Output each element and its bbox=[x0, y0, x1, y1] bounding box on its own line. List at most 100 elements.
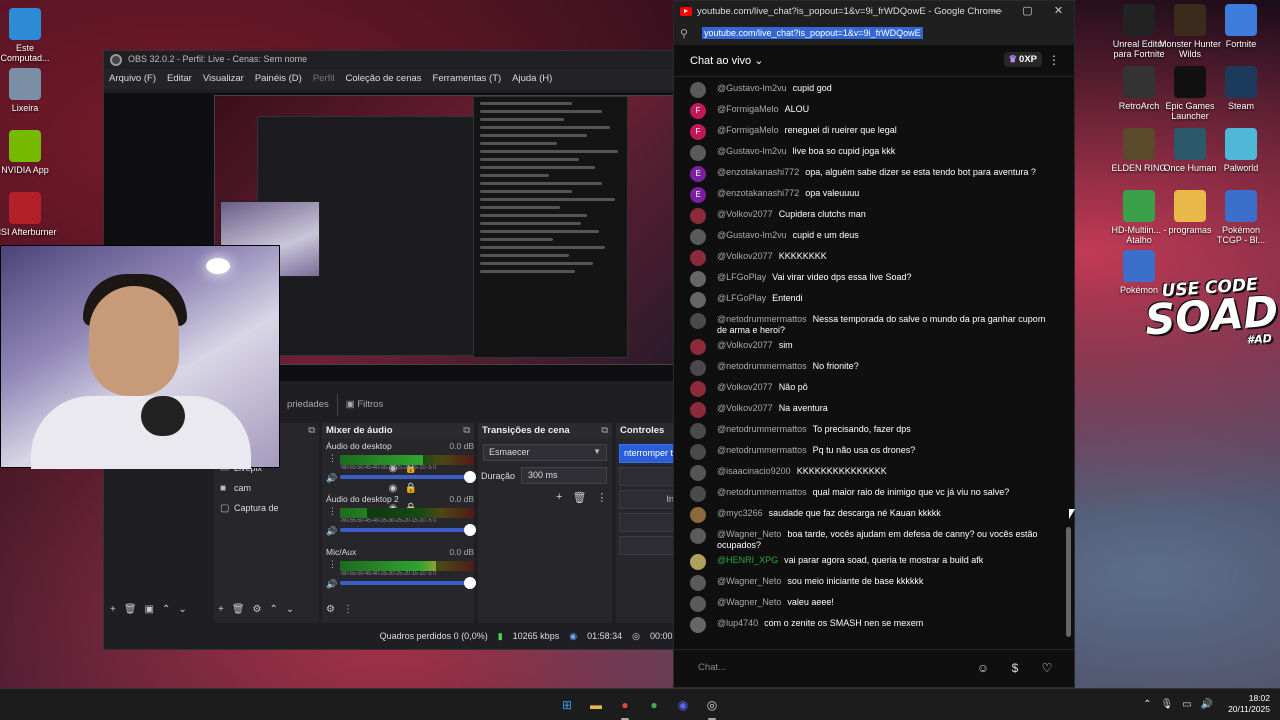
visibility-eye-icon[interactable]: ◉ bbox=[384, 483, 402, 494]
move-up-icon[interactable]: ⌃ bbox=[270, 604, 278, 622]
chat-author[interactable]: @LFGoPlay bbox=[717, 272, 766, 282]
microphone-icon[interactable]: 🎙 bbox=[1160, 699, 1173, 710]
speaker-icon[interactable]: 🔊 bbox=[326, 473, 337, 484]
scrollbar-thumb[interactable] bbox=[1066, 527, 1071, 637]
chat-message[interactable]: @LFGoPlay Entendi bbox=[674, 289, 1064, 310]
maximize-icon[interactable]: ▢ bbox=[1012, 1, 1043, 21]
advanced-audio-icon[interactable]: ⚙ bbox=[326, 604, 335, 622]
avatar[interactable] bbox=[690, 507, 706, 523]
windows-start-icon[interactable]: ⊞ bbox=[556, 694, 578, 716]
chat-author[interactable]: @Volkov2077 bbox=[717, 251, 773, 261]
move-down-icon[interactable]: ⌄ bbox=[178, 604, 186, 622]
move-down-icon[interactable]: ⌄ bbox=[286, 604, 294, 622]
volume-slider[interactable] bbox=[340, 524, 476, 536]
chat-message[interactable]: @Volkov2077 KKKKKKKK bbox=[674, 247, 1064, 268]
menu-ajuda[interactable]: Ajuda (H) bbox=[512, 73, 552, 89]
track-options-icon[interactable]: ⋮ bbox=[328, 454, 337, 463]
desktop-icon[interactable]: Steam bbox=[1209, 66, 1273, 111]
emoji-icon[interactable]: ☺ bbox=[974, 659, 992, 677]
volume-slider[interactable] bbox=[340, 471, 476, 483]
menu-visualizar[interactable]: Visualizar bbox=[203, 73, 244, 89]
avatar[interactable] bbox=[690, 271, 706, 287]
chat-input[interactable]: Chat... bbox=[698, 662, 726, 673]
menu-ferramentas[interactable]: Ferramentas (T) bbox=[433, 73, 502, 89]
chat-message[interactable]: E @enzotakanashi772 opa valeuuuu bbox=[674, 184, 1064, 205]
sources-dock-icon[interactable]: ⧉ bbox=[308, 425, 315, 436]
add-icon[interactable]: + bbox=[556, 491, 562, 504]
chat-message[interactable]: @lup4740 com o zenite os SMASH nen se mex… bbox=[674, 614, 1064, 635]
chat-message[interactable]: @netodrummermattos Pq tu não usa os drone… bbox=[674, 441, 1064, 462]
chat-author[interactable]: @FormigaMelo bbox=[717, 104, 779, 114]
source-settings-icon[interactable]: ⚙ bbox=[253, 604, 262, 622]
chat-author[interactable]: @Gustavo-lm2vu bbox=[717, 230, 787, 240]
chat-message[interactable]: @LFGoPlay Vai virar video dps essa live S… bbox=[674, 268, 1064, 289]
avatar[interactable] bbox=[690, 229, 706, 245]
chat-message[interactable]: @netodrummermattos To precisando, fazer d… bbox=[674, 420, 1064, 441]
volume-icon[interactable]: 🔊 bbox=[1201, 699, 1213, 710]
chat-message[interactable]: @Wagner_Neto valeu aeee! bbox=[674, 593, 1064, 614]
speaker-icon[interactable]: 🔊 bbox=[326, 579, 337, 590]
url-text[interactable]: youtube.com/live_chat?is_popout=1&v=9i_f… bbox=[702, 27, 923, 39]
desktop-icon[interactable]: Lixeira bbox=[0, 68, 57, 113]
chat-message[interactable]: @Volkov2077 Não pô bbox=[674, 378, 1064, 399]
chat-message[interactable]: F @FormigaMelo ALOU bbox=[674, 100, 1064, 121]
avatar[interactable] bbox=[690, 82, 706, 98]
control-button-4[interactable] bbox=[619, 513, 679, 532]
chat-author[interactable]: @netodrummermattos bbox=[717, 314, 807, 324]
chat-author[interactable]: @isaacinacio9200 bbox=[717, 466, 791, 476]
tab-filters[interactable]: ▣ Filtros bbox=[336, 394, 392, 416]
trash-icon[interactable]: 🗑 bbox=[572, 491, 586, 504]
more-options-icon[interactable]: ⋮ bbox=[596, 491, 607, 504]
track-options-icon[interactable]: ⋮ bbox=[328, 560, 337, 569]
chat-message[interactable]: @isaacinacio9200 KKKKKKKKKKKKKKK bbox=[674, 462, 1064, 483]
clock[interactable]: 18:02 20/11/2025 bbox=[1228, 693, 1270, 715]
move-up-icon[interactable]: ⌃ bbox=[162, 604, 170, 622]
avatar[interactable] bbox=[690, 402, 706, 418]
chat-author[interactable]: @netodrummermattos bbox=[717, 445, 807, 455]
chat-author[interactable]: @Gustavo-lm2vu bbox=[717, 83, 787, 93]
chrome-icon[interactable]: ● bbox=[614, 694, 636, 720]
volume-knob[interactable] bbox=[464, 577, 476, 589]
transition-select[interactable]: Esmaecer ▼ bbox=[483, 444, 607, 461]
chat-author[interactable]: @enzotakanashi772 bbox=[717, 188, 799, 198]
chat-message[interactable]: @myc3266 saudade que faz descarga né Kaua… bbox=[674, 504, 1064, 525]
avatar[interactable] bbox=[690, 145, 706, 161]
chat-message[interactable]: @Wagner_Neto boa tarde, vocês ajudam em d… bbox=[674, 525, 1064, 551]
avatar[interactable] bbox=[690, 575, 706, 591]
avatar[interactable]: F bbox=[690, 103, 706, 119]
close-icon[interactable]: ✕ bbox=[1043, 1, 1074, 21]
avatar[interactable] bbox=[690, 313, 706, 329]
heart-icon[interactable]: ♡ bbox=[1038, 659, 1056, 677]
site-info-icon[interactable]: ⚲ bbox=[680, 27, 698, 40]
duration-input[interactable]: 300 ms bbox=[521, 467, 607, 484]
avatar[interactable] bbox=[690, 486, 706, 502]
obs-icon[interactable]: ◎ bbox=[701, 694, 723, 720]
menu-paineis[interactable]: Painéis (D) bbox=[255, 73, 302, 89]
avatar[interactable] bbox=[690, 250, 706, 266]
speaker-icon[interactable]: 🔊 bbox=[326, 526, 337, 537]
chat-author[interactable]: @HENRI_XPG bbox=[717, 555, 778, 565]
avatar[interactable] bbox=[690, 444, 706, 460]
chat-message[interactable]: @Gustavo-lm2vu cupid god bbox=[674, 79, 1064, 100]
transitions-dock-icon[interactable]: ⧉ bbox=[601, 425, 608, 436]
chat-message[interactable]: @Volkov2077 sim bbox=[674, 336, 1064, 357]
remove-source-icon[interactable]: 🗑 bbox=[232, 604, 245, 622]
chat-author[interactable]: @netodrummermattos bbox=[717, 487, 807, 497]
avatar[interactable] bbox=[690, 465, 706, 481]
tab-properties[interactable]: priedades bbox=[279, 394, 337, 416]
menu-perfil[interactable]: Perfil bbox=[313, 73, 335, 89]
avatar[interactable]: E bbox=[690, 166, 706, 182]
chat-author[interactable]: @enzotakanashi772 bbox=[717, 167, 799, 177]
chat-message[interactable]: @HENRI_XPG vai parar agora soad, queria t… bbox=[674, 551, 1064, 572]
chat-author[interactable]: @Gustavo-lm2vu bbox=[717, 146, 787, 156]
avatar[interactable] bbox=[690, 360, 706, 376]
desktop-icon[interactable]: Fortnite bbox=[1209, 4, 1273, 49]
control-button-3[interactable]: In bbox=[619, 490, 679, 509]
chat-author[interactable]: @lup4740 bbox=[717, 618, 758, 628]
chat-message[interactable]: @Wagner_Neto sou meio iniciante de base k… bbox=[674, 572, 1064, 593]
remove-scene-icon[interactable]: 🗑 bbox=[124, 604, 137, 622]
add-scene-icon[interactable]: + bbox=[110, 604, 116, 622]
chat-message[interactable]: F @FormigaMelo reneguei di rueirer que leg… bbox=[674, 121, 1064, 142]
mixer-dock-icon[interactable]: ⧉ bbox=[463, 425, 470, 436]
volume-knob[interactable] bbox=[464, 471, 476, 483]
